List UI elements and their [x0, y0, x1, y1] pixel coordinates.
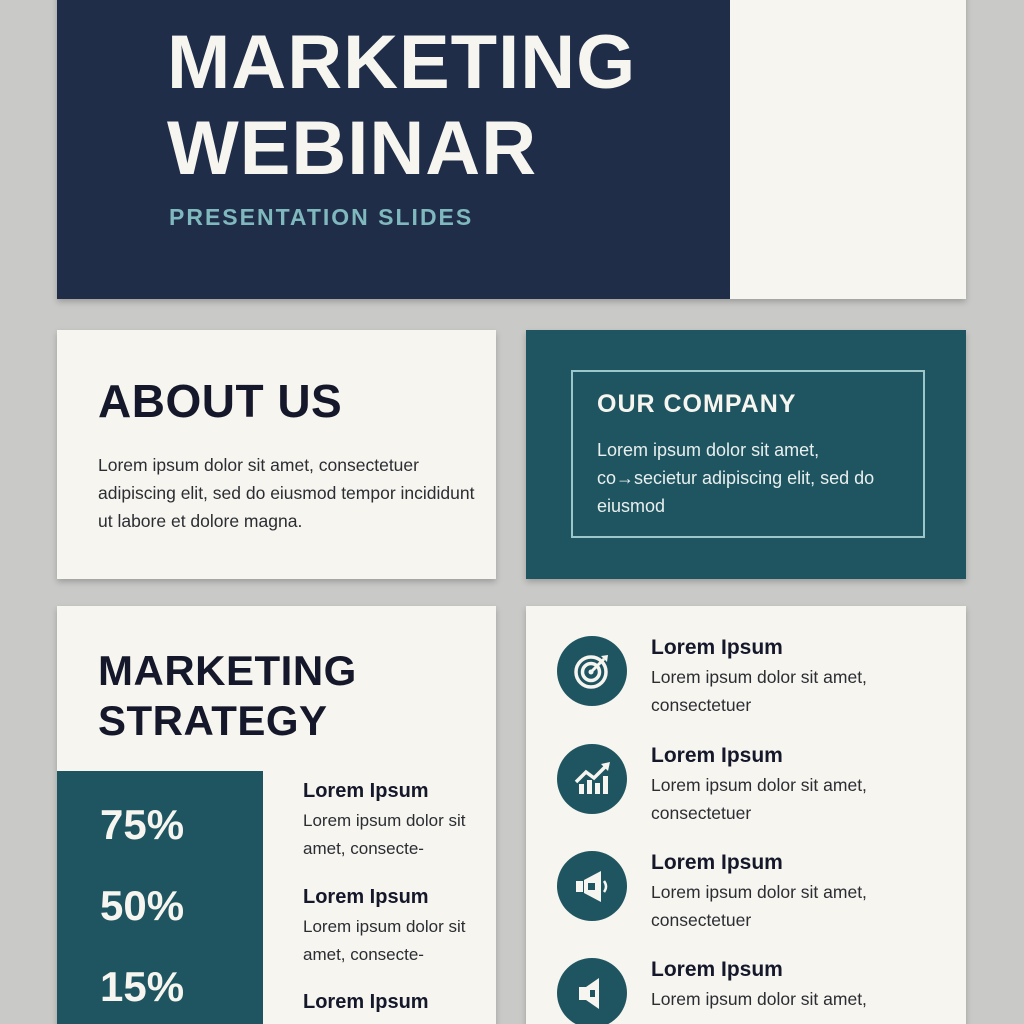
feature-desc: Lorem ipsum dolor sit amet,: [651, 989, 867, 1009]
strategy-item-desc: Lorem ipsum dolor sit amet, consecte-: [303, 811, 466, 858]
slide-subtitle: PRESENTATION SLIDES: [169, 204, 474, 230]
feature-title: Lorem Ipsum: [651, 636, 783, 659]
about-slide: ABOUT US Lorem ipsum dolor sit amet, con…: [57, 330, 496, 579]
company-slide: OUR COMPANY Lorem ipsum dolor sit amet, …: [526, 330, 966, 579]
feature-item: Lorem Ipsum Lorem ipsum dolor sit amet, …: [557, 636, 957, 726]
stats-panel: 75% 50% 15%: [57, 771, 263, 1024]
feature-item: Lorem Ipsum Lorem ipsum dolor sit amet, …: [557, 744, 957, 834]
strategy-item-title: Lorem Ipsum: [303, 886, 429, 908]
title-line-1: MARKETING: [167, 20, 637, 105]
title-line-2: WEBINAR: [167, 106, 538, 191]
feature-desc: Lorem ipsum dolor sit amet, consectetuer: [651, 882, 867, 930]
feature-item: Lorem Ipsum Lorem ipsum dolor sit amet,: [557, 958, 957, 1024]
strategy-heading-line-1: MARKETING: [98, 647, 357, 694]
slide-title: MARKETING WEBINAR: [167, 20, 636, 192]
feature-desc: Lorem ipsum dolor sit amet, consectetuer: [651, 775, 867, 823]
company-heading: OUR COMPANY: [597, 390, 797, 418]
strategy-item: Lorem Ipsum Lorem ipsum dolor sit amet, …: [303, 886, 483, 969]
speaker-icon: [557, 958, 627, 1024]
title-slide: MARKETING WEBINAR PRESENTATION SLIDES: [57, 0, 966, 299]
feature-title: Lorem Ipsum: [651, 851, 783, 874]
stat-value: 50%: [100, 882, 185, 929]
target-icon: [557, 636, 627, 706]
feature-title: Lorem Ipsum: [651, 958, 783, 981]
megaphone-icon: [557, 851, 627, 921]
strategy-item: Lorem Ipsum Lorem ipsum dolor sit amet, …: [303, 780, 483, 863]
strategy-item-desc: Lorem ipsum dolor sit amet, consecte-: [303, 917, 466, 964]
strategy-item: Lorem Ipsum: [303, 991, 483, 1014]
features-slide: Lorem Ipsum Lorem ipsum dolor sit amet, …: [526, 606, 966, 1024]
feature-desc: Lorem ipsum dolor sit amet, consectetuer: [651, 667, 867, 715]
stat-value: 75%: [100, 801, 185, 848]
about-body: Lorem ipsum dolor sit amet, consectetuer…: [98, 455, 475, 531]
strategy-item-title: Lorem Ipsum: [303, 780, 429, 802]
feature-title: Lorem Ipsum: [651, 744, 783, 767]
feature-item: Lorem Ipsum Lorem ipsum dolor sit amet, …: [557, 851, 957, 941]
about-heading: ABOUT US: [98, 375, 343, 427]
company-body: Lorem ipsum dolor sit amet, co→secietur …: [597, 440, 875, 516]
strategy-item-title: Lorem Ipsum: [303, 991, 429, 1013]
strategy-heading-line-2: STRATEGY: [98, 697, 328, 744]
strategy-heading: MARKETING STRATEGY: [98, 646, 357, 746]
strategy-slide: MARKETING STRATEGY 75% 50% 15% Lorem Ips…: [57, 606, 496, 1024]
growth-chart-icon: [557, 744, 627, 814]
stat-value: 15%: [100, 963, 185, 1010]
